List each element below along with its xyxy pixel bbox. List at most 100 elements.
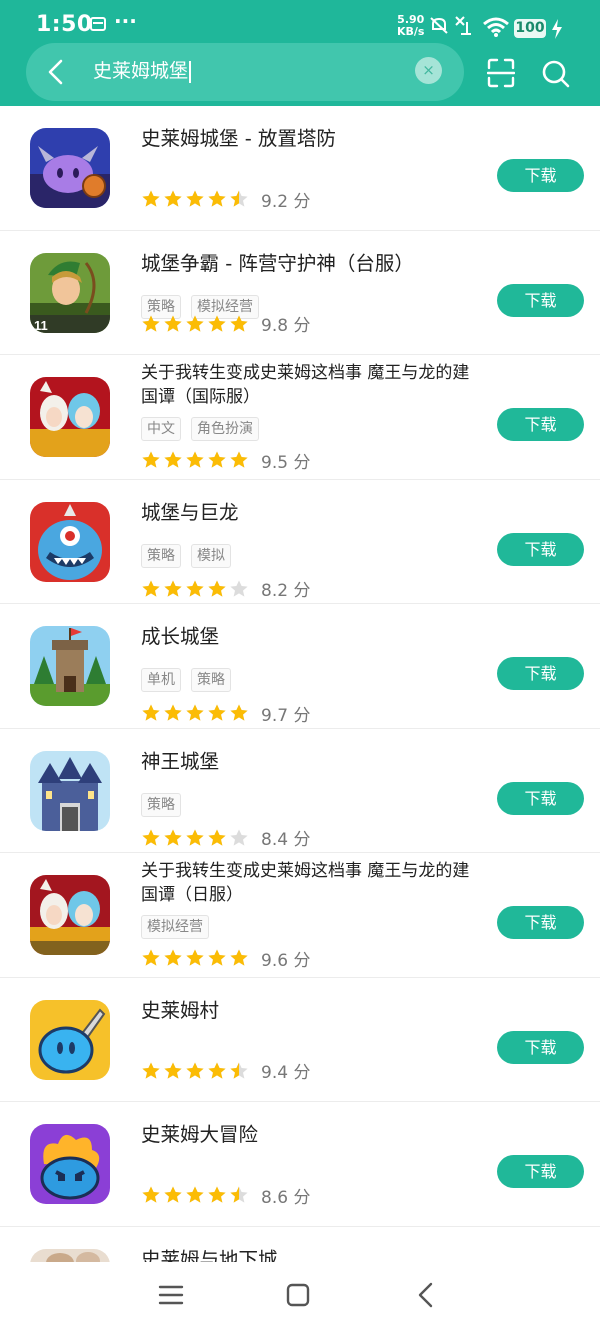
score-value: 9.5: [261, 452, 289, 473]
app-title[interactable]: 城堡争霸 - 阵营守护神（台服）: [141, 251, 486, 277]
score-value: 8.4: [261, 830, 289, 850]
back-arrow-icon[interactable]: [40, 55, 74, 89]
message-icon: [90, 17, 106, 31]
battery-indicator: 100: [514, 19, 546, 38]
close-icon[interactable]: ×: [415, 57, 442, 84]
star-full-icon: [164, 315, 182, 332]
list-item[interactable]: 11 城堡争霸 - 阵营守护神（台服） 策略 模拟经营 9.8 分 下载: [0, 231, 600, 355]
score: 9.6 分: [261, 946, 310, 971]
download-button[interactable]: 下载: [497, 1030, 584, 1064]
score-unit: 分: [293, 452, 311, 473]
star-full-icon: [164, 580, 182, 597]
slime-tower-icon[interactable]: [30, 128, 110, 208]
app-title[interactable]: 神王城堡: [141, 749, 486, 775]
tag[interactable]: 策略: [191, 668, 231, 692]
score: 8.4 分: [261, 825, 310, 850]
rating: 8.2 分: [141, 578, 310, 601]
castle-clash-icon[interactable]: 11: [30, 252, 110, 333]
app-title[interactable]: 史莱姆与地下城: [141, 1247, 486, 1263]
dragon-monster-icon[interactable]: [30, 501, 110, 582]
search-results-list[interactable]: 史莱姆城堡 - 放置塔防 9.2 分 下载 11 城堡争霸 - 阵营守护神（台服…: [0, 106, 600, 1262]
download-button[interactable]: 下载: [497, 532, 584, 566]
slime-dungeon-icon[interactable]: [30, 1248, 110, 1262]
star-empty-icon: [230, 580, 248, 597]
list-item[interactable]: 城堡与巨龙 策略 模拟 8.2 分 下载: [0, 480, 600, 604]
rating: 9.6 分: [141, 946, 310, 971]
score-value: 8.2: [261, 581, 289, 601]
download-button[interactable]: 下载: [497, 159, 584, 192]
tag[interactable]: 模拟: [191, 543, 231, 568]
star-full-icon: [186, 315, 204, 332]
star-full-icon: [164, 190, 182, 207]
tag[interactable]: 中文: [141, 417, 181, 441]
network-speed: 5.90 KB/s: [397, 14, 424, 38]
slime-adventure-icon[interactable]: [30, 1124, 110, 1204]
score: 9.2 分: [261, 187, 310, 212]
score-unit: 分: [293, 830, 311, 850]
menu-icon[interactable]: [158, 1282, 184, 1312]
star-full-icon: [142, 829, 160, 846]
star-rating: [141, 450, 249, 470]
app-title[interactable]: 城堡与巨龙: [141, 500, 486, 526]
app-title[interactable]: 史莱姆大冒险: [141, 1122, 486, 1148]
rating: 9.8 分: [141, 313, 310, 336]
rating: 8.4 分: [141, 825, 310, 850]
rating: 8.6 分: [141, 1184, 310, 1208]
app-title[interactable]: 关于我转生变成史莱姆这档事 魔王与龙的建国谭（国际服）: [141, 361, 486, 409]
growth-castle-icon[interactable]: [30, 626, 110, 706]
list-item[interactable]: 史莱姆与地下城: [0, 1227, 600, 1263]
list-item[interactable]: 史莱姆大冒险 8.6 分 下载: [0, 1102, 600, 1227]
list-item[interactable]: 史莱姆城堡 - 放置塔防 9.2 分 下载: [0, 106, 600, 231]
download-button[interactable]: 下载: [497, 283, 584, 317]
slime-village-icon[interactable]: [30, 999, 110, 1080]
star-full-icon: [164, 829, 182, 846]
score: 9.7 分: [261, 701, 310, 726]
tag[interactable]: 角色扮演: [191, 417, 259, 441]
list-item[interactable]: 成长城堡 单机 策略 9.7 分 下载: [0, 604, 600, 729]
star-rating: [141, 579, 249, 599]
download-button[interactable]: 下载: [497, 1155, 584, 1188]
rating: 9.5 分: [141, 448, 310, 473]
search-icon[interactable]: [541, 58, 571, 90]
search-bar[interactable]: [26, 43, 464, 101]
search-input[interactable]: 史莱姆城堡: [93, 57, 191, 85]
star-full-icon: [142, 704, 160, 721]
star-full-icon: [164, 451, 182, 468]
star-full-icon: [186, 190, 204, 207]
slime-anime-jp-icon[interactable]: [30, 875, 110, 955]
home-icon[interactable]: [286, 1282, 310, 1312]
tag[interactable]: 策略: [141, 792, 181, 817]
tag[interactable]: 模拟经营: [141, 915, 209, 939]
list-item[interactable]: 史莱姆村 9.4 分 下载: [0, 978, 600, 1102]
header: 1:50 ··· 5.90 KB/s 100 史莱姆城堡 ×: [0, 0, 600, 106]
app-title[interactable]: 关于我转生变成史莱姆这档事 魔王与龙的建国谭（日服）: [141, 859, 486, 907]
tag[interactable]: 单机: [141, 668, 181, 692]
star-full-icon: [142, 1062, 160, 1079]
more-notifications: ···: [114, 9, 137, 33]
download-button[interactable]: 下载: [497, 906, 584, 939]
list-item[interactable]: 关于我转生变成史莱姆这档事 魔王与龙的建国谭（日服） 模拟经营 9.6 分 下载: [0, 853, 600, 978]
app-title[interactable]: 成长城堡: [141, 624, 486, 650]
slime-anime-icon[interactable]: [30, 377, 110, 457]
god-king-castle-icon[interactable]: [30, 750, 110, 831]
star-rating: [141, 1061, 249, 1081]
star-full-icon: [208, 1186, 226, 1203]
app-title[interactable]: 史莱姆城堡 - 放置塔防: [141, 126, 486, 152]
text-cursor: [189, 60, 191, 83]
app-title[interactable]: 史莱姆村: [141, 998, 486, 1024]
star-full-icon: [230, 949, 248, 966]
list-item[interactable]: 关于我转生变成史莱姆这档事 魔王与龙的建国谭（国际服） 中文 角色扮演 9.5 …: [0, 355, 600, 480]
nav-back-icon[interactable]: [414, 1282, 438, 1312]
star-full-icon: [186, 580, 204, 597]
download-button[interactable]: 下载: [497, 657, 584, 690]
status-bar: 1:50 ··· 5.90 KB/s 100: [0, 0, 600, 40]
download-button[interactable]: 下载: [497, 408, 584, 441]
star-full-icon: [142, 315, 160, 332]
star-full-icon: [208, 949, 226, 966]
list-item[interactable]: 神王城堡 策略 8.4 分 下载: [0, 729, 600, 853]
scan-icon[interactable]: [486, 58, 516, 88]
download-button[interactable]: 下载: [497, 781, 584, 815]
network-speed-unit: KB/s: [397, 25, 425, 38]
tag[interactable]: 策略: [141, 543, 181, 568]
score: 9.5 分: [261, 448, 310, 473]
